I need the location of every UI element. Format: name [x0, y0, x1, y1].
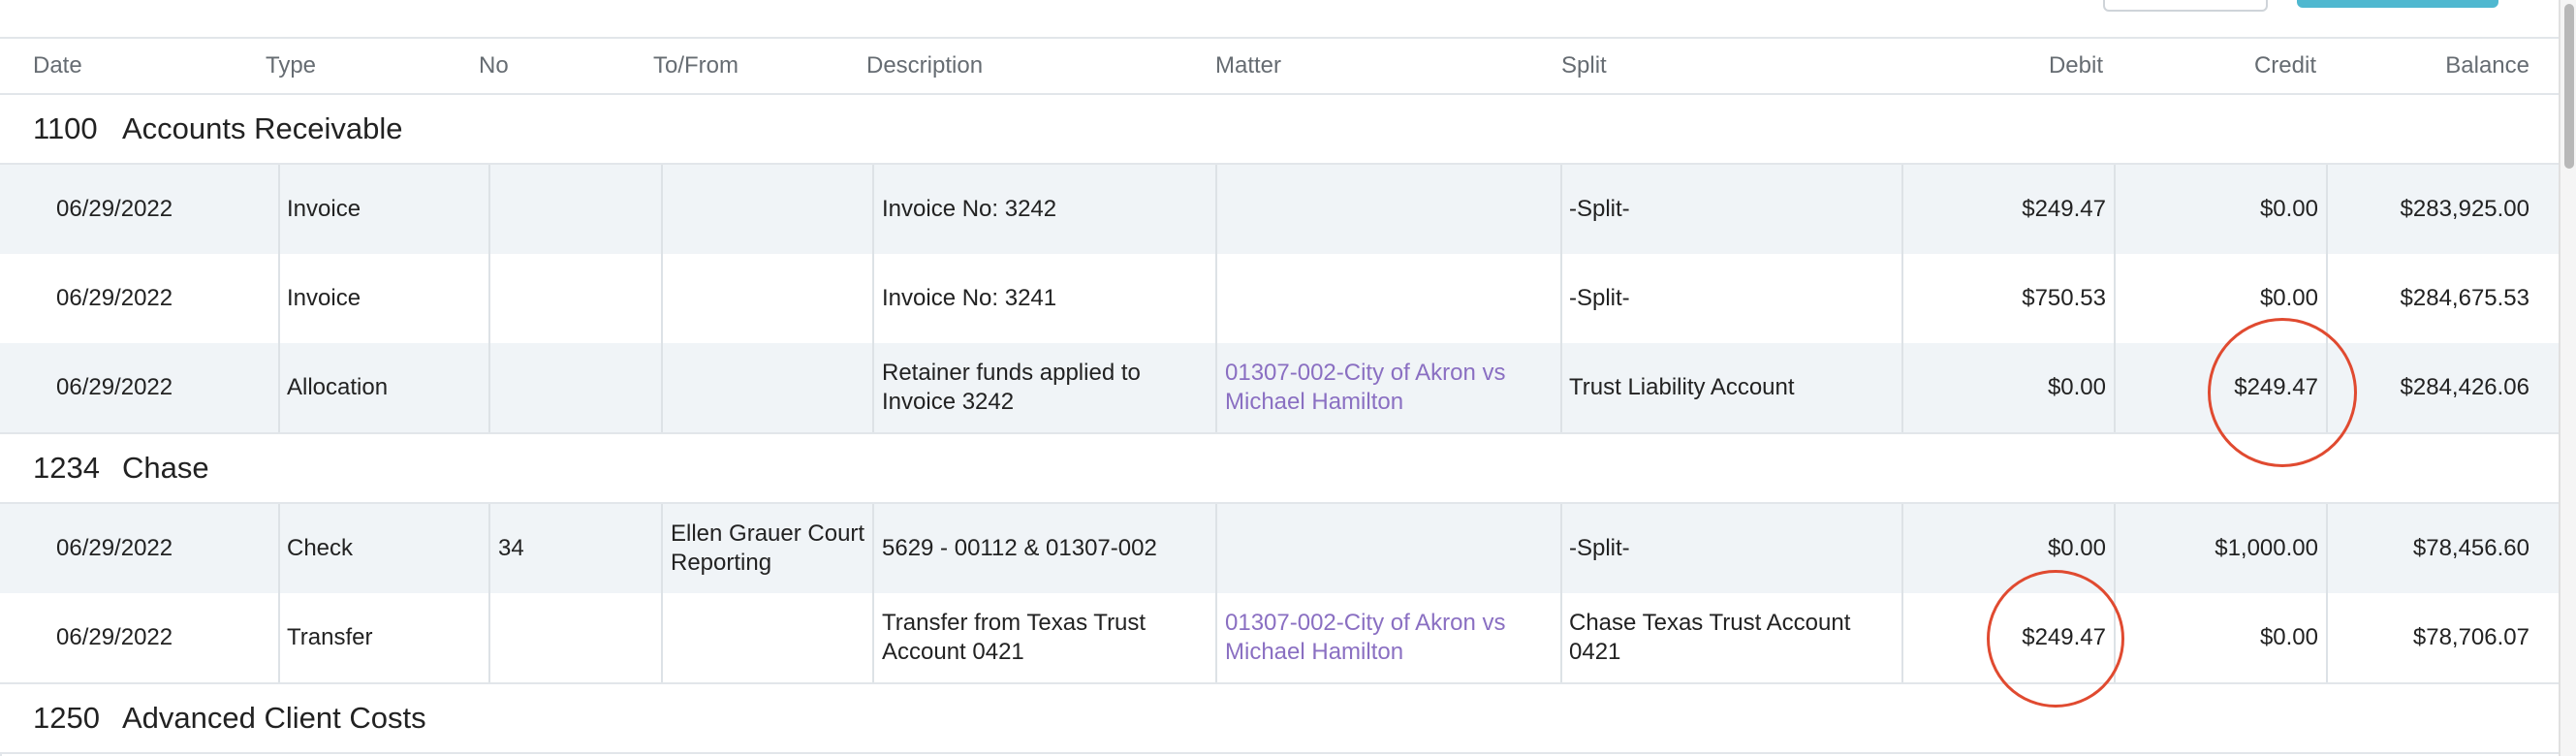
- account-number: 1100: [33, 111, 98, 145]
- cell-description: 5629 - 00112 & 01307-002: [882, 535, 1157, 561]
- toolbar: [0, 0, 2559, 39]
- cell-to-from: Ellen Grauer Court Reporting: [671, 520, 865, 576]
- scrollbar-thumb[interactable]: [2564, 4, 2574, 169]
- cell-split: -Split-: [1569, 285, 1630, 311]
- cell-type: Invoice: [287, 196, 361, 222]
- account-name: Advanced Client Costs: [122, 701, 426, 735]
- cell-balance: $284,426.06: [2400, 374, 2529, 400]
- cell-type: Invoice: [287, 285, 361, 311]
- secondary-button[interactable]: [2103, 0, 2268, 12]
- cell-type: Allocation: [287, 374, 389, 400]
- cell-matter[interactable]: [1225, 254, 1555, 343]
- cell-split: Chase Texas Trust Account 0421: [1569, 610, 1851, 665]
- cell-debit: $249.47: [2022, 196, 2106, 222]
- cell-date: 06/29/2022: [56, 535, 173, 561]
- cell-date: 06/29/2022: [56, 624, 173, 650]
- table-header: Date Type No To/From Description Matter …: [0, 39, 2559, 95]
- cell-matter[interactable]: 01307-002-City of Akron vs Michael Hamil…: [1225, 593, 1525, 682]
- column-header-type[interactable]: Type: [266, 39, 316, 93]
- cell-split: -Split-: [1569, 196, 1630, 222]
- cell-no: [498, 593, 653, 682]
- column-header-credit[interactable]: Credit: [2152, 39, 2316, 93]
- account-name: Accounts Receivable: [122, 111, 403, 145]
- annotation-circle-debit: [1987, 570, 2124, 708]
- account-number: 1250: [33, 701, 100, 735]
- cell-matter[interactable]: [1225, 165, 1555, 254]
- cell-to-from: [671, 343, 864, 432]
- cell-split: Trust Liability Account: [1569, 374, 1795, 400]
- cell-description: Transfer from Texas Trust Account 0421: [882, 610, 1147, 665]
- cell-description: Retainer funds applied to Invoice 3242: [882, 360, 1141, 415]
- cell-split: -Split-: [1569, 535, 1630, 561]
- column-header-description[interactable]: Description: [866, 39, 983, 93]
- cell-no: 34: [498, 535, 524, 561]
- table-row[interactable]: 06/29/2022 Check 34 Ellen Grauer Court R…: [0, 504, 2559, 593]
- cell-no: [498, 254, 653, 343]
- table-row[interactable]: 06/29/2022 Invoice Invoice No: 3241 -Spl…: [0, 254, 2559, 343]
- cell-credit: $0.00: [2259, 196, 2318, 222]
- annotation-circle-credit: [2208, 318, 2357, 467]
- cell-matter[interactable]: 01307-002-City of Akron vs Michael Hamil…: [1225, 343, 1525, 432]
- cell-to-from: [671, 165, 864, 254]
- account-number: 1234: [33, 451, 100, 485]
- cell-debit: $0.00: [2047, 374, 2106, 400]
- table-row[interactable]: 06/29/2022 Transfer Transfer from Texas …: [0, 593, 2559, 682]
- cell-no: [498, 343, 653, 432]
- column-header-to-from[interactable]: To/From: [653, 39, 738, 93]
- cell-matter[interactable]: [1225, 504, 1555, 593]
- column-header-no[interactable]: No: [479, 39, 509, 93]
- cell-balance: $78,456.60: [2412, 535, 2529, 561]
- account-section-header: 1234 Chase: [0, 434, 2559, 504]
- cell-date: 06/29/2022: [56, 374, 173, 400]
- account-section-header: 1100 Accounts Receivable: [0, 95, 2559, 165]
- cell-description: Invoice No: 3242: [882, 196, 1057, 222]
- cell-balance: $78,706.07: [2412, 624, 2529, 650]
- cell-date: 06/29/2022: [56, 196, 173, 222]
- cell-balance: $283,925.00: [2400, 196, 2529, 222]
- cell-no: [498, 165, 653, 254]
- account-section-header: 1250 Advanced Client Costs: [0, 684, 2559, 754]
- cell-balance: $284,675.53: [2400, 285, 2529, 311]
- cell-to-from: [671, 593, 864, 682]
- column-header-split[interactable]: Split: [1561, 39, 1607, 93]
- account-name: Chase: [122, 451, 209, 485]
- column-header-matter[interactable]: Matter: [1215, 39, 1281, 93]
- primary-button[interactable]: [2297, 0, 2498, 8]
- cell-description: Invoice No: 3241: [882, 285, 1057, 311]
- table-row[interactable]: 06/29/2022 Invoice Invoice No: 3242 -Spl…: [0, 165, 2559, 254]
- table-row[interactable]: 06/29/2022 Allocation Retainer funds app…: [0, 343, 2559, 432]
- cell-type: Transfer: [287, 624, 373, 650]
- column-header-date[interactable]: Date: [33, 39, 82, 93]
- cell-credit: $1,000.00: [2215, 535, 2318, 561]
- cell-to-from: [671, 254, 864, 343]
- cell-date: 06/29/2022: [56, 285, 173, 311]
- cell-debit: $750.53: [2022, 285, 2106, 311]
- column-header-balance[interactable]: Balance: [2365, 39, 2529, 93]
- cell-credit: $0.00: [2259, 624, 2318, 650]
- vertical-scrollbar[interactable]: [2559, 0, 2576, 756]
- cell-type: Check: [287, 535, 354, 561]
- column-header-debit[interactable]: Debit: [1938, 39, 2103, 93]
